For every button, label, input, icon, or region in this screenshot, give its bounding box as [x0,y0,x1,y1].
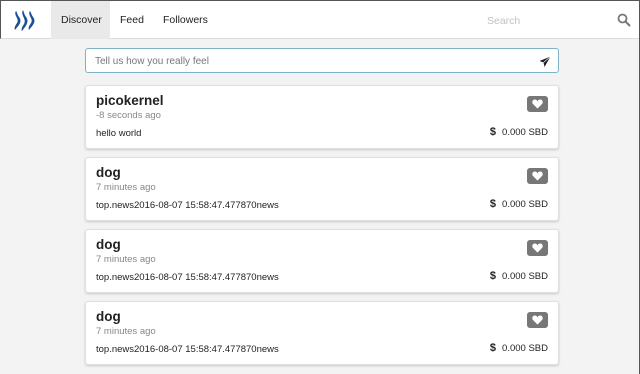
payout-amount: 0.000 SBD [502,343,548,354]
payout-amount: 0.000 SBD [502,127,548,138]
post-payout: $0.000 SBD [490,342,548,354]
post-card: dog 7 minutes ago top.news2016-08-07 15:… [85,301,559,365]
heart-icon [532,171,543,181]
post-timestamp: 7 minutes ago [96,182,156,193]
dollar-icon: $ [489,270,497,282]
tab-followers[interactable]: Followers [153,1,218,39]
post-card: picokernel -8 seconds ago hello world $0… [85,85,559,149]
tab-discover[interactable]: Discover [51,1,110,39]
tab-feed[interactable]: Feed [110,1,154,39]
payout-amount: 0.000 SBD [502,199,548,210]
post-payout: $0.000 SBD [490,198,548,210]
search-input[interactable] [487,11,607,30]
compose-input[interactable] [95,52,525,70]
heart-icon [532,99,543,109]
post-card: dog 7 minutes ago top.news2016-08-07 15:… [85,229,559,293]
post-body: top.news2016-08-07 15:58:47.477870news [96,200,279,211]
search-icon[interactable] [617,13,631,27]
post-payout: $0.000 SBD [490,126,548,138]
post-body: hello world [96,128,142,139]
post-timestamp: 7 minutes ago [96,326,156,337]
payout-amount: 0.000 SBD [502,271,548,282]
post-author[interactable]: dog [96,165,121,180]
top-navbar: Discover Feed Followers [0,0,640,39]
post-feed: picokernel -8 seconds ago hello world $0… [85,85,559,373]
post-card: dog 7 minutes ago top.news2016-08-07 15:… [85,157,559,221]
post-body: top.news2016-08-07 15:58:47.477870news [96,344,279,355]
post-timestamp: 7 minutes ago [96,254,156,265]
post-author[interactable]: picokernel [96,93,164,108]
like-button[interactable] [527,168,548,184]
dollar-icon: $ [489,126,497,138]
like-button[interactable] [527,96,548,112]
like-button[interactable] [527,312,548,328]
post-author[interactable]: dog [96,309,121,324]
post-author[interactable]: dog [96,237,121,252]
dollar-icon: $ [489,342,497,354]
compose-box [85,48,559,73]
post-timestamp: -8 seconds ago [96,110,161,121]
dollar-icon: $ [489,198,497,210]
send-icon[interactable] [539,55,551,67]
steem-logo-icon[interactable] [11,7,37,33]
like-button[interactable] [527,240,548,256]
post-body: top.news2016-08-07 15:58:47.477870news [96,272,279,283]
heart-icon [532,315,543,325]
heart-icon [532,243,543,253]
post-payout: $0.000 SBD [490,270,548,282]
